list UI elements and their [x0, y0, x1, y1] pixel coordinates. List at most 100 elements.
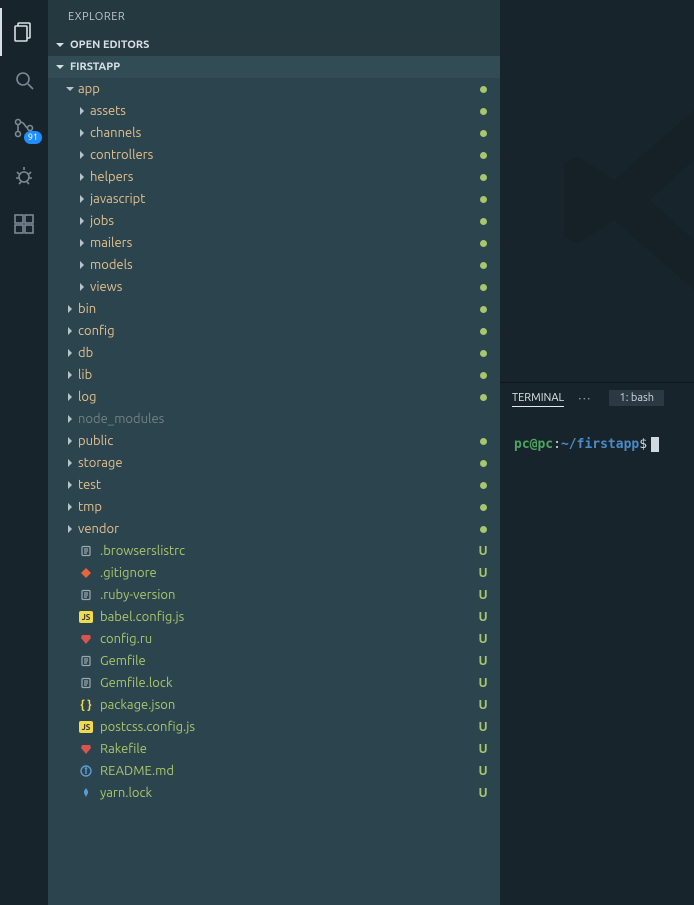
- tree-item-label: javascript: [90, 192, 476, 206]
- chevron-right-icon: [74, 105, 90, 117]
- file-tree-item[interactable]: Gemfile.lockU: [48, 672, 500, 694]
- folder-tree-item[interactable]: assets: [48, 100, 500, 122]
- tree-item-label: storage: [78, 456, 476, 470]
- file-tree-item[interactable]: README.mdU: [48, 760, 500, 782]
- git-status-indicator: [476, 192, 490, 206]
- terminal-body[interactable]: pc@pc:~/firstapp$: [500, 413, 694, 905]
- git-status-indicator: [476, 368, 490, 382]
- file-tree-item[interactable]: .gitignoreU: [48, 562, 500, 584]
- terminal-prompt-user: pc@pc: [514, 437, 553, 452]
- git-status-indicator: U: [476, 610, 490, 624]
- git-status-indicator: U: [476, 676, 490, 690]
- git-status-indicator: [476, 258, 490, 272]
- search-activity-icon[interactable]: [0, 56, 48, 104]
- file-tree-item[interactable]: yarn.lockU: [48, 782, 500, 804]
- folder-tree-item[interactable]: app: [48, 78, 500, 100]
- explorer-sidebar: EXPLORER OPEN EDITORS FIRSTAPP appassets…: [48, 0, 500, 905]
- folder-tree-item[interactable]: mailers: [48, 232, 500, 254]
- tree-item-label: lib: [78, 368, 476, 382]
- tree-item-label: README.md: [100, 764, 476, 778]
- file-tree-item[interactable]: .browserslistrcU: [48, 540, 500, 562]
- tree-item-label: Gemfile: [100, 654, 476, 668]
- chevron-right-icon: [62, 501, 78, 513]
- chevron-right-icon: [74, 237, 90, 249]
- git-status-indicator: U: [476, 742, 490, 756]
- chevron-right-icon: [62, 457, 78, 469]
- folder-tree-item[interactable]: log: [48, 386, 500, 408]
- chevron-down-icon: [62, 83, 78, 95]
- git-status-indicator: [476, 170, 490, 184]
- text-file-icon: [78, 653, 94, 669]
- folder-tree-item[interactable]: lib: [48, 364, 500, 386]
- folder-tree-item[interactable]: test: [48, 474, 500, 496]
- folder-tree-item[interactable]: views: [48, 276, 500, 298]
- folder-tree-item[interactable]: models: [48, 254, 500, 276]
- terminal-selector-dropdown[interactable]: 1: bash: [609, 390, 664, 406]
- tree-item-label: helpers: [90, 170, 476, 184]
- file-tree[interactable]: appassets channels controllers helpers javas…: [48, 78, 500, 905]
- tree-item-label: yarn.lock: [100, 786, 476, 800]
- chevron-right-icon: [62, 391, 78, 403]
- git-status-indicator: U: [476, 720, 490, 734]
- file-tree-item[interactable]: RakefileU: [48, 738, 500, 760]
- file-tree-item[interactable]: config.ruU: [48, 628, 500, 650]
- tree-item-label: Rakefile: [100, 742, 476, 756]
- file-tree-item[interactable]: { }package.jsonU: [48, 694, 500, 716]
- json-file-icon: { }: [78, 697, 94, 713]
- open-editors-label: OPEN EDITORS: [70, 39, 149, 51]
- chevron-right-icon: [62, 303, 78, 315]
- js-file-icon: JS: [78, 609, 94, 625]
- tree-item-label: .browserslistrc: [100, 544, 476, 558]
- tree-item-label: tmp: [78, 500, 476, 514]
- terminal-tab[interactable]: TERMINAL: [512, 390, 564, 407]
- chevron-right-icon: [62, 325, 78, 337]
- folder-tree-item[interactable]: tmp: [48, 496, 500, 518]
- git-status-indicator: U: [476, 544, 490, 558]
- git-status-indicator: [476, 324, 490, 338]
- tree-item-label: mailers: [90, 236, 476, 250]
- panel-more-icon[interactable]: ···: [578, 390, 591, 406]
- terminal-prompt-sep: :: [553, 437, 561, 452]
- explorer-title: EXPLORER: [48, 0, 500, 34]
- tree-item-label: channels: [90, 126, 476, 140]
- explorer-activity-icon[interactable]: [0, 8, 48, 56]
- file-tree-item[interactable]: JSpostcss.config.jsU: [48, 716, 500, 738]
- git-status-indicator: [476, 390, 490, 404]
- folder-tree-item[interactable]: jobs: [48, 210, 500, 232]
- tree-item-label: config.ru: [100, 632, 476, 646]
- folder-tree-item[interactable]: db: [48, 342, 500, 364]
- git-status-indicator: [476, 214, 490, 228]
- folder-tree-item[interactable]: channels: [48, 122, 500, 144]
- chevron-down-icon: [52, 61, 68, 73]
- info-file-icon: [78, 763, 94, 779]
- chevron-right-icon: [62, 479, 78, 491]
- file-tree-item[interactable]: JSbabel.config.jsU: [48, 606, 500, 628]
- extensions-activity-icon[interactable]: [0, 200, 48, 248]
- folder-tree-item[interactable]: public: [48, 430, 500, 452]
- folder-tree-item[interactable]: controllers: [48, 144, 500, 166]
- debug-activity-icon[interactable]: [0, 152, 48, 200]
- git-status-indicator: U: [476, 786, 490, 800]
- project-section-header[interactable]: FIRSTAPP: [48, 56, 500, 78]
- folder-tree-item[interactable]: node_modules: [48, 408, 500, 430]
- git-status-indicator: [476, 522, 490, 536]
- chevron-right-icon: [74, 127, 90, 139]
- folder-tree-item[interactable]: bin: [48, 298, 500, 320]
- chevron-right-icon: [62, 347, 78, 359]
- open-editors-section-header[interactable]: OPEN EDITORS: [48, 34, 500, 56]
- folder-tree-item[interactable]: storage: [48, 452, 500, 474]
- file-tree-item[interactable]: .ruby-versionU: [48, 584, 500, 606]
- git-status-indicator: [476, 126, 490, 140]
- folder-tree-item[interactable]: config: [48, 320, 500, 342]
- tree-item-label: postcss.config.js: [100, 720, 476, 734]
- folder-tree-item[interactable]: helpers: [48, 166, 500, 188]
- text-file-icon: [78, 587, 94, 603]
- folder-tree-item[interactable]: vendor: [48, 518, 500, 540]
- text-file-icon: [78, 543, 94, 559]
- folder-tree-item[interactable]: javascript: [48, 188, 500, 210]
- tree-item-label: .ruby-version: [100, 588, 476, 602]
- git-status-indicator: U: [476, 632, 490, 646]
- file-tree-item[interactable]: GemfileU: [48, 650, 500, 672]
- source-control-activity-icon[interactable]: 91: [0, 104, 48, 152]
- chevron-right-icon: [62, 413, 78, 425]
